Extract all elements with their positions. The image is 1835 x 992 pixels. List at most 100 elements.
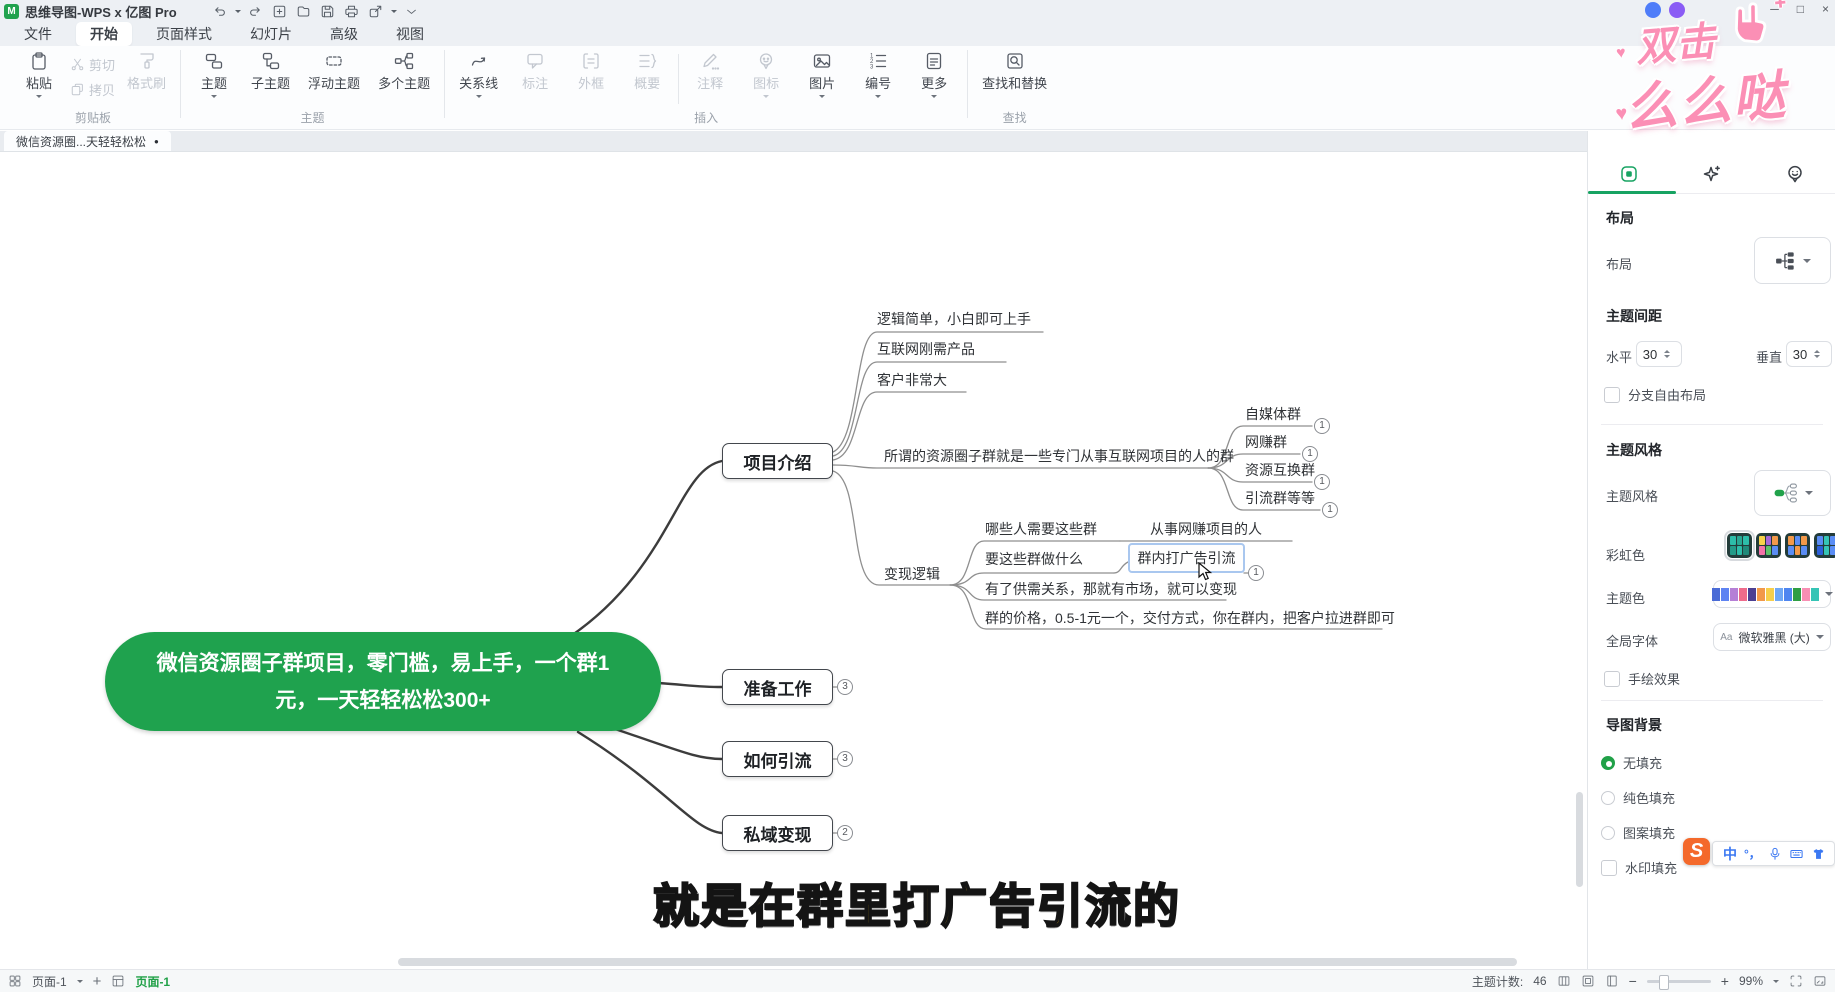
rainbow-swatch-3[interactable] — [1785, 533, 1810, 558]
more-button[interactable]: 更多 — [909, 46, 959, 101]
zoom-slider-thumb[interactable] — [1659, 975, 1669, 990]
topic-node[interactable]: 网赚群 — [1245, 433, 1287, 451]
microphone-icon[interactable] — [1768, 847, 1782, 861]
document-tab[interactable]: 微信资源圈...天轻轻松松 ● — [4, 131, 171, 151]
outline-view-icon[interactable] — [1557, 974, 1571, 988]
collapsed-count-badge[interactable]: 1 — [1248, 565, 1264, 581]
icon-button[interactable]: 图标 — [741, 46, 791, 101]
topic-node[interactable]: 引流群等等 — [1245, 489, 1315, 507]
topic-button[interactable]: 主题 — [189, 46, 239, 101]
branch-node-project-intro[interactable]: 项目介绍 — [722, 443, 833, 479]
floating-topic-button[interactable]: 浮动主题 — [302, 46, 366, 92]
theme-color-dropdown[interactable] — [1713, 580, 1831, 608]
collapsed-count-badge[interactable]: 1 — [1302, 446, 1318, 462]
panel-tab-sticker[interactable] — [1753, 155, 1835, 193]
sogou-logo-icon[interactable]: S — [1683, 838, 1710, 865]
menu-tab-view[interactable]: 视图 — [382, 22, 438, 46]
close-button[interactable]: × — [1822, 2, 1829, 16]
collapsed-count-badge[interactable]: 1 — [1314, 474, 1330, 490]
fullscreen-icon[interactable] — [1813, 974, 1827, 988]
keyboard-icon[interactable] — [1789, 847, 1804, 861]
minimize-button[interactable]: ─ — [1770, 2, 1779, 16]
undo-icon[interactable] — [211, 3, 229, 19]
menu-tab-file[interactable]: 文件 — [10, 22, 66, 46]
save-icon[interactable] — [319, 3, 337, 19]
vertical-scrollbar[interactable] — [1576, 792, 1583, 887]
topic-node[interactable]: 变现逻辑 — [884, 565, 940, 583]
global-font-dropdown[interactable]: Aa 微软雅黑 (大) — [1713, 623, 1831, 651]
new-file-icon[interactable] — [271, 3, 289, 19]
paste-button[interactable]: 粘贴 — [14, 46, 64, 101]
bg-none-radio[interactable]: 无填充 — [1601, 753, 1662, 772]
callout-button[interactable]: 标注 — [510, 46, 560, 92]
topic-node[interactable]: 所谓的资源圈子群就是一些专门从事互联网项目的人的群 — [884, 447, 1234, 465]
topic-node[interactable]: 有了供需关系，那就有市场，就可以变现 — [985, 580, 1237, 598]
bg-solid-radio[interactable]: 纯色填充 — [1601, 788, 1675, 807]
topic-node[interactable]: 群的价格，0.5-1元一个，交付方式，你在群内，把客户拉进群即可 — [985, 609, 1395, 627]
zoom-caret-icon[interactable] — [1773, 980, 1779, 986]
undo-caret-icon[interactable] — [235, 10, 241, 16]
collapsed-count-badge[interactable]: 1 — [1314, 418, 1330, 434]
collapsed-count-badge[interactable]: 2 — [837, 825, 853, 841]
print-icon[interactable] — [343, 3, 361, 19]
topic-node[interactable]: 从事网赚项目的人 — [1150, 520, 1262, 538]
zoom-out-button[interactable]: − — [1629, 973, 1637, 989]
maximize-button[interactable]: □ — [1797, 2, 1804, 16]
collapsed-count-badge[interactable]: 3 — [837, 751, 853, 767]
topic-node[interactable]: 哪些人需要这些群 — [985, 520, 1097, 538]
multiple-topics-button[interactable]: 多个主题 — [372, 46, 436, 92]
add-page-button[interactable]: + — [93, 973, 102, 990]
topic-node[interactable]: 客户非常大 — [877, 371, 947, 389]
account-icon[interactable] — [1669, 2, 1685, 18]
share-caret-icon[interactable] — [391, 10, 397, 16]
page-tab[interactable]: 页面-1 — [32, 973, 67, 990]
collapsed-count-badge[interactable]: 3 — [837, 679, 853, 695]
layout-dropdown[interactable] — [1754, 237, 1831, 284]
topic-node[interactable]: 自媒体群 — [1245, 405, 1301, 423]
picture-button[interactable]: 图片 — [797, 46, 847, 101]
cut-button[interactable]: 剪切 — [70, 55, 115, 74]
numbering-button[interactable]: 123 编号 — [853, 46, 903, 101]
branch-node-traffic[interactable]: 如何引流 — [722, 741, 833, 777]
toolbar-more-icon[interactable] — [403, 3, 421, 19]
branch-node-private-domain[interactable]: 私域变现 — [722, 815, 833, 851]
vertical-spacing-stepper[interactable] — [1786, 341, 1832, 367]
page-thumbnail-icon[interactable] — [1605, 974, 1619, 988]
horizontal-spacing-stepper[interactable] — [1636, 341, 1682, 367]
free-layout-checkbox[interactable]: 分支自由布局 — [1604, 385, 1706, 404]
zoom-slider[interactable] — [1647, 980, 1711, 983]
bg-watermark-checkbox[interactable]: 水印填充 — [1601, 858, 1677, 877]
panel-tab-ai[interactable] — [1671, 155, 1754, 193]
pages-grid-icon[interactable] — [8, 974, 22, 988]
menu-tab-slides[interactable]: 幻灯片 — [236, 22, 306, 46]
menu-tab-page-style[interactable]: 页面样式 — [142, 22, 226, 46]
boundary-button[interactable]: 外框 — [566, 46, 616, 92]
mindmap-canvas[interactable]: 微信资源圈子群项目，零门槛，易上手，一个群1元，一天轻轻松松300+ 项目介绍 … — [0, 152, 1587, 969]
vertical-spacing-input[interactable] — [1787, 347, 1813, 362]
share-icon[interactable] — [367, 3, 385, 19]
open-file-icon[interactable] — [295, 3, 313, 19]
zoom-in-button[interactable]: + — [1721, 973, 1729, 989]
ime-chinese-mode[interactable]: 中 — [1723, 844, 1737, 864]
topic-node[interactable]: 要这些群做什么 — [985, 550, 1083, 568]
fit-screen-icon[interactable] — [1789, 974, 1803, 988]
horizontal-spacing-input[interactable] — [1637, 347, 1663, 362]
collapsed-count-badge[interactable]: 1 — [1322, 502, 1338, 518]
theme-style-dropdown[interactable] — [1754, 470, 1831, 516]
branch-node-preparation[interactable]: 准备工作 — [722, 669, 833, 705]
summary-button[interactable]: 概要 — [622, 46, 672, 92]
stepper-arrows-icon[interactable] — [1814, 347, 1820, 361]
bg-pattern-radio[interactable]: 图案填充 — [1601, 823, 1675, 842]
rainbow-swatch-4[interactable] — [1814, 533, 1835, 558]
comment-button[interactable]: 注释 — [685, 46, 735, 92]
topic-node[interactable]: 资源互换群 — [1245, 461, 1315, 479]
redo-icon[interactable] — [247, 3, 265, 19]
format-painter-button[interactable]: 格式刷 — [121, 46, 172, 92]
ime-punctuation-icon[interactable]: °， — [1744, 845, 1761, 862]
zoom-value[interactable]: 99% — [1739, 974, 1763, 988]
copy-button[interactable]: 拷贝 — [70, 80, 115, 99]
root-topic-node[interactable]: 微信资源圈子群项目，零门槛，易上手，一个群1元，一天轻轻松松300+ — [105, 632, 661, 731]
subtopic-button[interactable]: 子主题 — [245, 46, 296, 92]
stepper-arrows-icon[interactable] — [1664, 347, 1670, 361]
handdrawn-checkbox[interactable]: 手绘效果 — [1604, 669, 1680, 688]
